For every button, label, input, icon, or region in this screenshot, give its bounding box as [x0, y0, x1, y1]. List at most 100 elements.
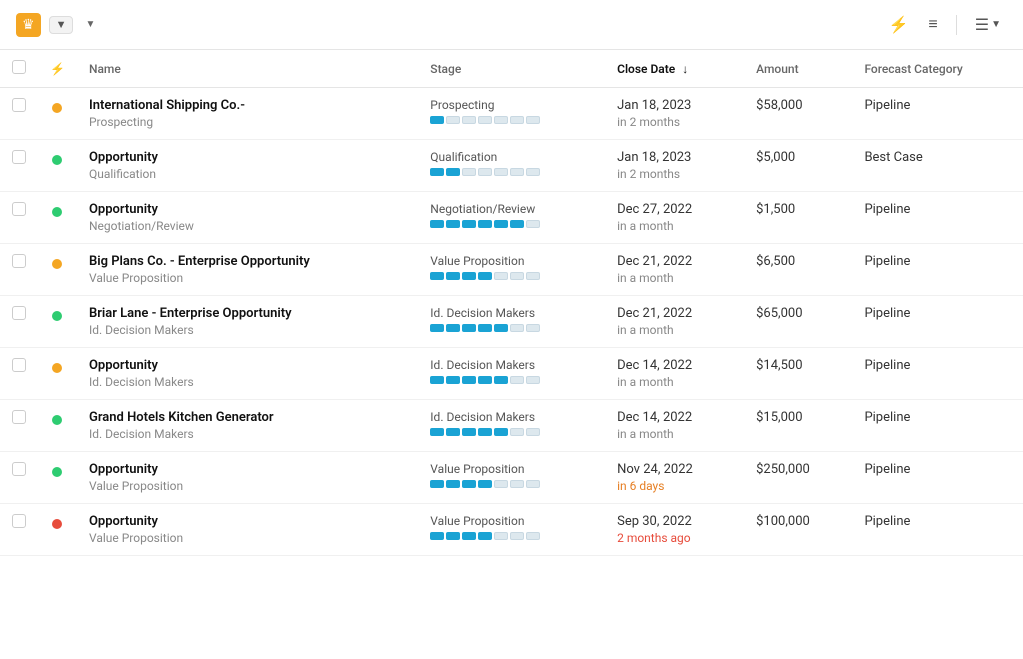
table-body: International Shipping Co.- Prospecting … — [0, 88, 1023, 556]
opportunity-name[interactable]: Opportunity — [89, 358, 406, 373]
bulk-update-button[interactable] — [127, 21, 143, 29]
row-checkbox-cell — [0, 452, 38, 504]
list-view-button[interactable]: ☰ ▼ — [969, 11, 1007, 39]
row-dot-cell — [38, 348, 77, 400]
row-amount-cell: $6,500 — [744, 244, 852, 296]
crown-badge: ♛ — [16, 13, 41, 37]
row-name-cell: Opportunity Value Proposition — [77, 452, 418, 504]
row-name-cell: Big Plans Co. - Enterprise Opportunity V… — [77, 244, 418, 296]
row-checkbox[interactable] — [12, 514, 26, 528]
opportunity-stage-label: Value Proposition — [89, 271, 406, 285]
status-dot — [52, 363, 62, 373]
stage-name: Value Proposition — [430, 514, 593, 528]
row-name-cell: Opportunity Negotiation/Review — [77, 192, 418, 244]
status-dot — [52, 207, 62, 217]
view-dropdown-arrow[interactable]: ▼ — [49, 16, 74, 34]
row-close-date-cell: Dec 21, 2022 in a month — [605, 296, 744, 348]
row-close-date-cell: Sep 30, 2022 2 months ago — [605, 504, 744, 556]
row-amount-cell: $58,000 — [744, 88, 852, 140]
opportunities-table: ⚡ Name Stage Close Date ↓ Amount Forecas… — [0, 50, 1023, 556]
col-name[interactable]: Name — [77, 50, 418, 88]
header-divider — [956, 15, 957, 35]
row-forecast-cell: Pipeline — [852, 400, 1023, 452]
row-stage-cell: Id. Decision Makers — [418, 400, 605, 452]
status-dot — [52, 103, 62, 113]
close-date-main: Jan 18, 2023 — [617, 98, 732, 113]
row-dot-cell — [38, 88, 77, 140]
row-stage-cell: Value Proposition — [418, 244, 605, 296]
status-dot — [52, 259, 62, 269]
row-checkbox[interactable] — [12, 254, 26, 268]
status-dot — [52, 415, 62, 425]
header-left: ♛ ▼ ▼ — [16, 13, 882, 37]
row-forecast-cell: Pipeline — [852, 348, 1023, 400]
close-date-sub: in a month — [617, 323, 732, 337]
close-date-sub: in 6 days — [617, 479, 732, 493]
close-date-sub: 2 months ago — [617, 531, 732, 545]
header: ♛ ▼ ▼ ⚡ ≡ ☰ ▼ — [0, 0, 1023, 50]
opportunity-name[interactable]: Grand Hotels Kitchen Generator — [89, 410, 406, 425]
row-name-cell: Opportunity Value Proposition — [77, 504, 418, 556]
opportunity-stage-label: Value Proposition — [89, 479, 406, 493]
opportunity-stage-label: Qualification — [89, 167, 406, 181]
opportunity-name[interactable]: International Shipping Co.- — [89, 98, 406, 113]
table-row: Opportunity Id. Decision Makers Id. Deci… — [0, 348, 1023, 400]
select-all-checkbox[interactable] — [12, 60, 26, 74]
refresh-button[interactable] — [103, 21, 119, 29]
table-row: Grand Hotels Kitchen Generator Id. Decis… — [0, 400, 1023, 452]
opportunity-name[interactable]: Opportunity — [89, 150, 406, 165]
row-name-cell: Opportunity Id. Decision Makers — [77, 348, 418, 400]
opportunity-name[interactable]: Opportunity — [89, 202, 406, 217]
opportunity-stage-label: Prospecting — [89, 115, 406, 129]
row-checkbox[interactable] — [12, 202, 26, 216]
row-dot-cell — [38, 504, 77, 556]
row-close-date-cell: Dec 27, 2022 in a month — [605, 192, 744, 244]
status-dot — [52, 467, 62, 477]
row-stage-cell: Value Proposition — [418, 504, 605, 556]
row-stage-cell: Qualification — [418, 140, 605, 192]
filter-icon-button[interactable]: ≡ — [922, 12, 943, 38]
status-dot — [52, 155, 62, 165]
view-title-wrapper[interactable]: ▼ — [81, 19, 95, 30]
close-date-main: Dec 14, 2022 — [617, 358, 732, 373]
col-close-date[interactable]: Close Date ↓ — [605, 50, 744, 88]
row-close-date-cell: Jan 18, 2023 in 2 months — [605, 88, 744, 140]
row-checkbox-cell — [0, 504, 38, 556]
row-forecast-cell: Pipeline — [852, 504, 1023, 556]
row-checkbox[interactable] — [12, 462, 26, 476]
chart-icon-button[interactable]: ⚡ — [882, 11, 914, 39]
row-name-cell: International Shipping Co.- Prospecting — [77, 88, 418, 140]
stage-name: Value Proposition — [430, 254, 593, 268]
col-checkbox — [0, 50, 38, 88]
opportunity-name[interactable]: Big Plans Co. - Enterprise Opportunity — [89, 254, 406, 269]
sort-arrow-icon: ↓ — [682, 62, 688, 76]
stage-name: Id. Decision Makers — [430, 306, 593, 320]
row-amount-cell: $65,000 — [744, 296, 852, 348]
opportunity-name[interactable]: Opportunity — [89, 514, 406, 529]
opportunity-stage-label: Negotiation/Review — [89, 219, 406, 233]
row-checkbox-cell — [0, 296, 38, 348]
chevron-down-icon: ▼ — [85, 19, 95, 30]
row-checkbox[interactable] — [12, 410, 26, 424]
opportunity-stage-label: Id. Decision Makers — [89, 427, 406, 441]
row-name-cell: Opportunity Qualification — [77, 140, 418, 192]
col-amount[interactable]: Amount — [744, 50, 852, 88]
close-date-main: Sep 30, 2022 — [617, 514, 732, 529]
row-close-date-cell: Dec 14, 2022 in a month — [605, 348, 744, 400]
row-checkbox[interactable] — [12, 150, 26, 164]
close-date-sub: in a month — [617, 427, 732, 441]
col-stage[interactable]: Stage — [418, 50, 605, 88]
opportunity-stage-label: Id. Decision Makers — [89, 323, 406, 337]
close-date-sub: in 2 months — [617, 167, 732, 181]
row-checkbox[interactable] — [12, 358, 26, 372]
table-row: Opportunity Value Proposition Value Prop… — [0, 452, 1023, 504]
opportunity-name[interactable]: Opportunity — [89, 462, 406, 477]
header-right: ⚡ ≡ ☰ ▼ — [882, 11, 1007, 39]
row-checkbox[interactable] — [12, 98, 26, 112]
close-date-main: Dec 27, 2022 — [617, 202, 732, 217]
col-forecast[interactable]: Forecast Category — [852, 50, 1023, 88]
close-date-main: Nov 24, 2022 — [617, 462, 732, 477]
opportunity-name[interactable]: Briar Lane - Enterprise Opportunity — [89, 306, 406, 321]
row-dot-cell — [38, 452, 77, 504]
row-checkbox[interactable] — [12, 306, 26, 320]
